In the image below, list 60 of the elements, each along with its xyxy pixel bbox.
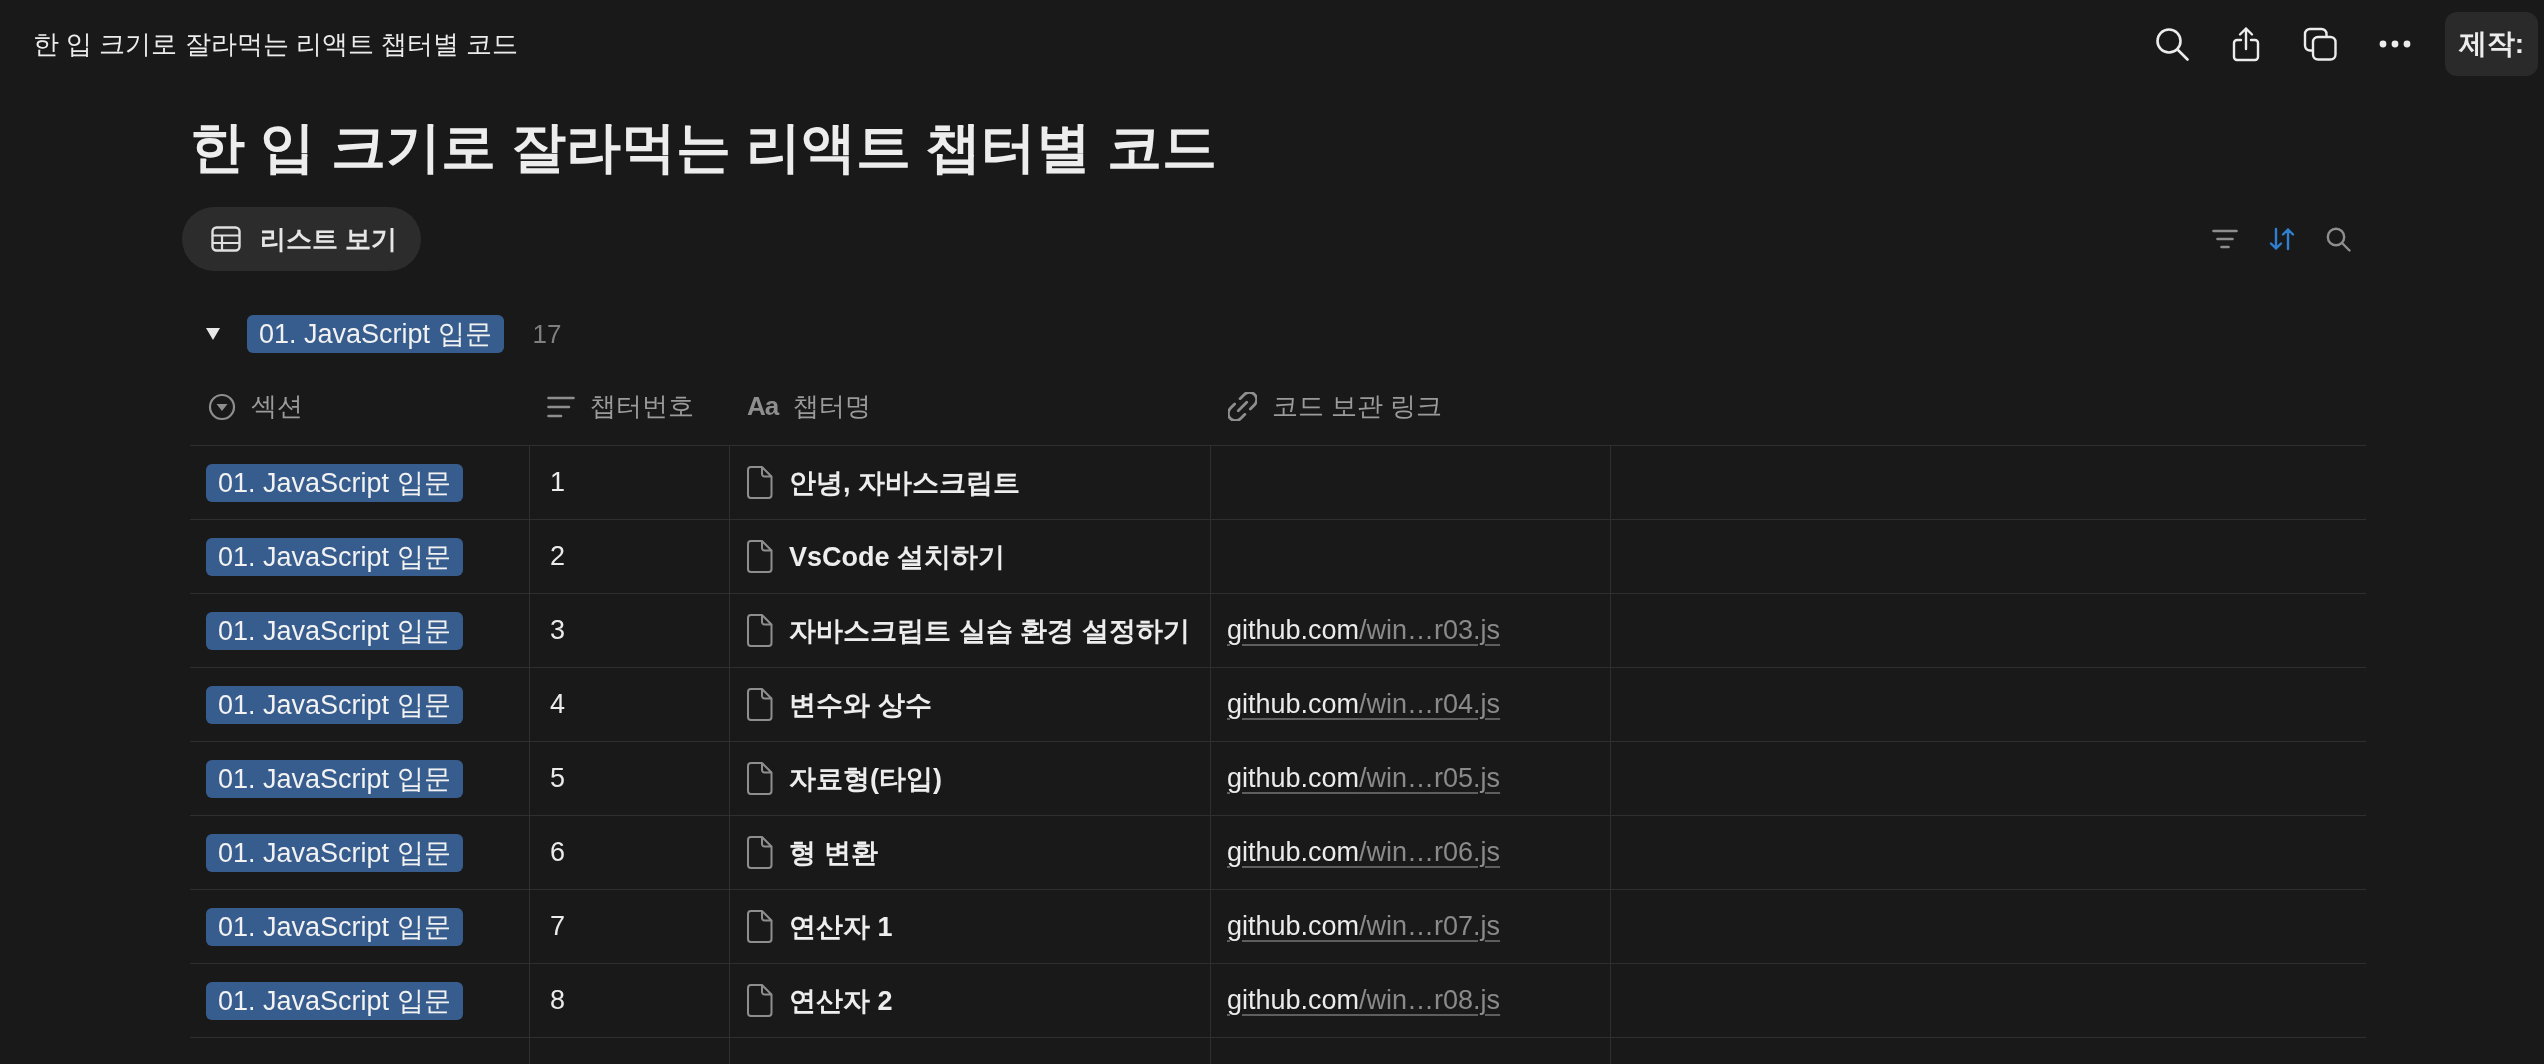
chapter-number: 8 (549, 985, 566, 1016)
more-icon[interactable] (2378, 40, 2411, 48)
select-property-icon (208, 392, 236, 421)
chapter-number: 5 (549, 763, 566, 794)
chapter-title[interactable]: 자바스크립트 실습 환경 설정하기 (789, 612, 1190, 649)
column-header[interactable]: 코드 보관 링크 (1228, 389, 1443, 424)
page-icon (746, 762, 773, 795)
section-tag: 01. JavaScript 입문 (206, 685, 463, 724)
text-lines-icon (547, 395, 575, 418)
chapter-title[interactable]: 형 변환 (789, 834, 878, 871)
group-count: 17 (532, 318, 562, 350)
breadcrumb-title[interactable]: 한 입 크기로 잘라먹는 리액트 챕터별 코드 (33, 26, 519, 62)
page-icon (746, 984, 773, 1017)
code-link[interactable]: github.com/win…r06.js (1227, 837, 1501, 868)
column-header[interactable]: 섹션 (208, 389, 303, 424)
title-property-icon: Aa (747, 391, 779, 422)
section-tag: 01. JavaScript 입문 (206, 463, 463, 502)
section-tag: 01. JavaScript 입문 (206, 611, 463, 650)
share-icon[interactable] (2230, 26, 2261, 62)
page-title: 한 입 크기로 잘라먹는 리액트 챕터별 코드 (190, 115, 1217, 180)
chapter-number: 6 (549, 837, 566, 868)
section-tag: 01. JavaScript 입문 (206, 981, 463, 1020)
page-icon (746, 614, 773, 647)
list-view-tab[interactable]: 리스트 보기 (182, 207, 422, 271)
code-link[interactable]: github.com/win…r03.js (1227, 615, 1501, 646)
code-link[interactable]: github.com/win…r05.js (1227, 763, 1501, 794)
page-icon (746, 836, 773, 869)
filter-icon[interactable] (2212, 229, 2238, 249)
code-link[interactable]: github.com/win…r07.js (1227, 911, 1501, 942)
section-tag: 01. JavaScript 입문 (206, 907, 463, 946)
chapter-number: 2 (549, 541, 566, 572)
chapter-title[interactable]: 연산자 2 (789, 982, 893, 1019)
page-icon (746, 466, 773, 499)
column-header[interactable]: 챕터번호 (547, 389, 694, 424)
section-tag: 01. JavaScript 입문 (206, 759, 463, 798)
chapter-title[interactable]: VsCode 설치하기 (789, 538, 1006, 575)
page-icon (746, 910, 773, 943)
collapse-triangle-icon[interactable] (206, 328, 220, 340)
table-icon (211, 226, 241, 252)
chapter-number: 1 (549, 467, 566, 498)
chapter-number: 4 (549, 689, 566, 720)
chapter-title[interactable]: 자료형(타입) (789, 760, 942, 797)
page-icon (746, 688, 773, 721)
search-icon[interactable] (2154, 27, 2189, 61)
credit-button[interactable]: 제작: (2444, 12, 2538, 76)
duplicate-icon[interactable] (2302, 27, 2337, 61)
column-header[interactable]: Aa 챕터명 (747, 389, 872, 424)
code-link[interactable]: github.com/win…r04.js (1227, 689, 1501, 720)
section-tag: 01. JavaScript 입문 (206, 537, 463, 576)
page-icon (746, 540, 773, 573)
chapter-number: 7 (549, 911, 566, 942)
sort-icon[interactable] (2269, 227, 2295, 251)
chapter-title[interactable]: 안녕, 자바스크립트 (789, 464, 1020, 501)
chapter-title[interactable]: 변수와 상수 (789, 686, 932, 723)
group-tag: 01. JavaScript 입문 (247, 315, 504, 353)
section-tag: 01. JavaScript 입문 (206, 833, 463, 872)
link-icon (1228, 392, 1257, 421)
chapter-number: 3 (549, 615, 566, 646)
chapter-title[interactable]: 연산자 1 (789, 908, 893, 945)
code-link[interactable]: github.com/win…r08.js (1227, 985, 1501, 1016)
